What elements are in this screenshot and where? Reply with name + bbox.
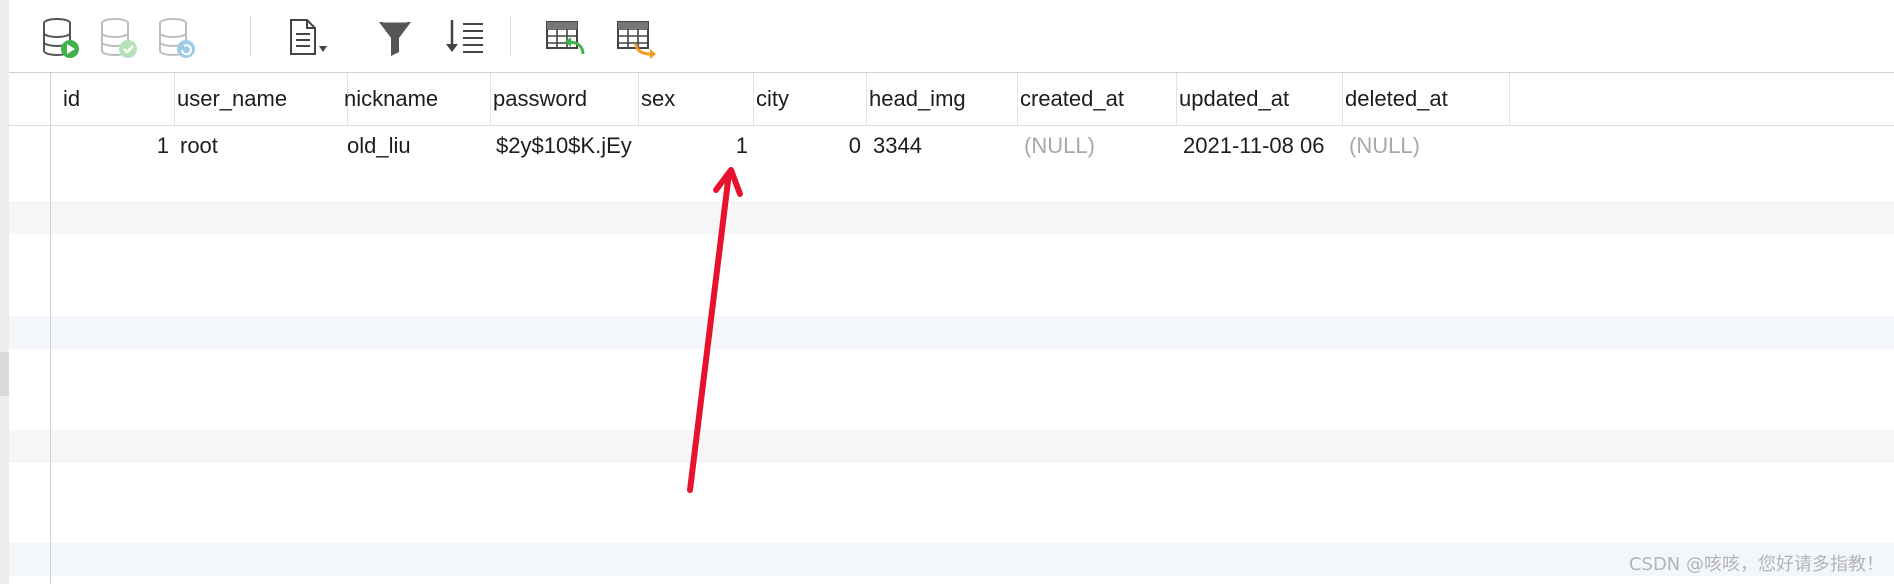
cell-user-name[interactable]: root [180,126,340,166]
filter-icon[interactable] [373,14,421,62]
run-query-icon[interactable] [37,14,85,62]
grid-row-stripe [9,201,1894,234]
cell-updated-at[interactable]: 2021-11-08 06 [1183,126,1338,166]
column-header-password[interactable]: password [491,73,639,125]
export-icon[interactable] [283,14,331,62]
commit-icon[interactable] [95,14,143,62]
cell-head-img[interactable]: 3344 [873,126,1013,166]
toolbar-divider [250,16,251,56]
column-header-deleted-at[interactable]: deleted_at [1343,73,1510,125]
table-row[interactable]: 1 root old_liu $2y$10$K.jEy 1 0 3344 (NU… [9,126,1894,166]
column-header-updated-at[interactable]: updated_at [1177,73,1343,125]
column-header-id[interactable]: id [61,73,175,125]
column-header-row: id user_name nickname password sex city … [9,73,1894,126]
column-header-created-at[interactable]: created_at [1018,73,1177,125]
toolbar-divider [510,16,511,56]
refresh-icon[interactable] [153,14,201,62]
toolbar [9,0,1894,73]
cell-password[interactable]: $2y$10$K.jEy [496,126,632,166]
result-grid: id user_name nickname password sex city … [9,73,1894,584]
grid-row-stripe [9,316,1894,349]
grid-row-stripe [9,543,1894,576]
cell-nickname[interactable]: old_liu [347,126,487,166]
sort-icon[interactable] [441,14,489,62]
import-table-icon[interactable] [541,14,589,62]
cell-city[interactable]: 0 [754,126,867,166]
cell-id[interactable]: 1 [61,126,175,166]
cell-created-at[interactable]: (NULL) [1024,126,1174,166]
column-header-head-img[interactable]: head_img [867,73,1018,125]
grid-row-stripe [9,430,1894,463]
row-header-gutter [9,73,51,584]
panel-resize-handle[interactable] [0,352,9,396]
cell-deleted-at[interactable]: (NULL) [1349,126,1499,166]
left-panel-edge [0,0,9,584]
export-table-icon[interactable] [612,14,660,62]
column-header-city[interactable]: city [754,73,867,125]
column-header-user-name[interactable]: user_name [175,73,348,125]
watermark-text: CSDN @咳咳，您好请多指教！ [1628,554,1884,575]
cell-sex[interactable]: 1 [639,126,754,166]
column-header-nickname[interactable]: nickname [342,73,491,125]
column-header-sex[interactable]: sex [639,73,754,125]
